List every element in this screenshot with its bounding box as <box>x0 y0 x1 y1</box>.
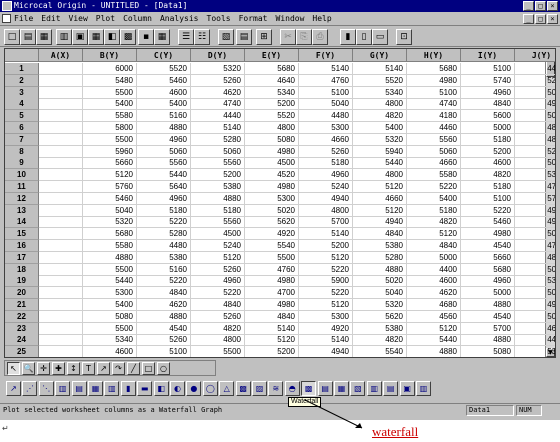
paragraph-mark: ↵ <box>2 424 9 433</box>
waterfall-annotation: waterfall <box>372 424 419 439</box>
annotation-arrow <box>304 399 363 429</box>
